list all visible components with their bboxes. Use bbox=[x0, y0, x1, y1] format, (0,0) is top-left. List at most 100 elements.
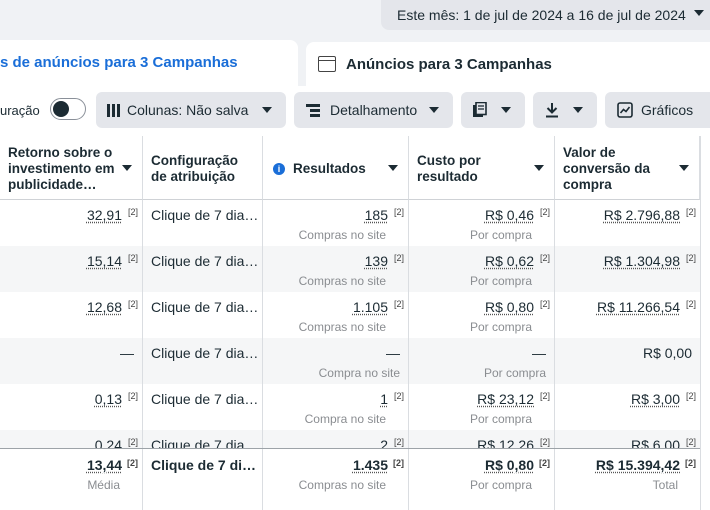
footnote-mark: [2] bbox=[539, 437, 550, 447]
column-header-purchase-value[interactable]: Valor de conversão da compra bbox=[555, 136, 700, 200]
table-cell-cost: R$ 0,46 [2] Por compra bbox=[409, 200, 555, 246]
total-results: 1.435 bbox=[352, 457, 388, 473]
footnote-mark: [2] bbox=[539, 458, 550, 468]
column-header-results[interactable]: i Resultados bbox=[263, 136, 409, 200]
breakdown-button[interactable]: Detalhamento bbox=[294, 92, 453, 128]
column-header-attribution[interactable]: Configuração de atribuição bbox=[143, 136, 263, 200]
reports-button[interactable] bbox=[461, 92, 525, 128]
columns-button-label: Colunas: Não salva bbox=[127, 102, 249, 118]
table-cell-roas: 32,91 [2] bbox=[0, 200, 143, 246]
cell-subtext-cost: Por compra bbox=[469, 412, 532, 426]
cell-subtext-results: Compras no site bbox=[298, 228, 386, 242]
footnote-mark: [2] bbox=[685, 207, 696, 217]
tab-ads-label: Anúncios para 3 Campanhas bbox=[346, 55, 552, 73]
footnote-mark: [2] bbox=[393, 391, 404, 401]
cell-value-cost: R$ 0,46 bbox=[484, 207, 534, 223]
table-cell-attr: Clique de 7 dia… bbox=[143, 338, 263, 384]
table-row[interactable]: 15,14 [2] Clique de 7 dia… 139 [2] Compras no… bbox=[0, 246, 700, 292]
date-range-picker[interactable]: Este mês: 1 de jul de 2024 a 16 de jul d… bbox=[381, 0, 710, 30]
cell-value-cost: R$ 0,62 bbox=[484, 253, 534, 269]
table-cell-attr: Clique de 7 dia… bbox=[143, 384, 263, 430]
tab-ad-sets-label: s de anúncios para 3 Campanhas bbox=[0, 54, 238, 71]
total-roas: 13,44 bbox=[86, 457, 122, 473]
cell-value-attr: Clique de 7 dia… bbox=[151, 391, 259, 407]
footnote-mark: [2] bbox=[127, 458, 138, 468]
column-header-label: Configuração de atribuição bbox=[151, 153, 239, 184]
cell-value-attr: Clique de 7 dia… bbox=[151, 207, 259, 223]
footnote-mark: [2] bbox=[393, 299, 404, 309]
total-cost-sub: Por compra bbox=[469, 478, 532, 492]
table-cell-roas: 15,14 [2] bbox=[0, 246, 143, 292]
footnote-mark: [2] bbox=[127, 299, 138, 309]
cell-value-value: R$ 11.266,54 bbox=[596, 299, 680, 315]
chevron-down-icon bbox=[429, 107, 439, 113]
footnote-mark: [2] bbox=[685, 458, 696, 468]
footnote-mark: [2] bbox=[127, 207, 138, 217]
cell-value-results: 1 bbox=[380, 391, 388, 407]
total-cost-cell: R$ 0,80 [2] Por compra bbox=[409, 449, 555, 510]
cell-subtext-results: Compras no site bbox=[298, 274, 386, 288]
cell-value-results: — bbox=[386, 345, 400, 361]
cell-value-results: 1.105 bbox=[352, 299, 388, 315]
total-cost: R$ 0,80 bbox=[484, 457, 534, 473]
table-cell-cost: R$ 0,80 [2] Por compra bbox=[409, 292, 555, 338]
column-header-cost-per-result[interactable]: Custo por resultado bbox=[409, 136, 555, 200]
table-cell-value: R$ 11.266,54 [2] bbox=[555, 292, 700, 338]
cell-value-value: R$ 1.304,98 bbox=[603, 253, 680, 269]
column-header-label: Retorno sobre o investimento em publicid… bbox=[8, 145, 115, 192]
table-cell-attr: Clique de 7 dia… bbox=[143, 200, 263, 246]
cell-value-roas: 32,91 bbox=[86, 207, 122, 223]
cell-subtext-cost: Por compra bbox=[483, 366, 546, 380]
total-roas-cell: 13,44 [2] Média bbox=[0, 449, 143, 510]
footnote-mark: [2] bbox=[393, 458, 404, 468]
tab-ads[interactable]: Anúncios para 3 Campanhas bbox=[306, 42, 710, 86]
info-icon[interactable]: i bbox=[273, 163, 285, 175]
toggle-switch[interactable] bbox=[50, 98, 86, 120]
cell-subtext-cost: Por compra bbox=[469, 228, 532, 242]
table-row[interactable]: 0,13 [2] Clique de 7 dia… 1 [2] Compra no sit… bbox=[0, 384, 700, 430]
chevron-down-icon bbox=[573, 107, 583, 113]
charts-button[interactable]: Gráficos bbox=[605, 92, 710, 128]
footnote-mark: [2] bbox=[393, 253, 404, 263]
chevron-down-icon bbox=[122, 165, 132, 171]
tab-ad-sets[interactable]: s de anúncios para 3 Campanhas bbox=[0, 40, 298, 86]
table-cell-results: 1 [2] Compra no site bbox=[263, 384, 409, 430]
column-header-roas[interactable]: Retorno sobre o investimento em publicid… bbox=[0, 136, 143, 200]
cell-value-attr: Clique de 7 dia… bbox=[151, 299, 259, 315]
cell-value-roas: — bbox=[120, 345, 134, 361]
footnote-mark: [2] bbox=[539, 207, 550, 217]
columns-button[interactable]: Colunas: Não salva bbox=[96, 92, 286, 128]
cell-value-value: R$ 3,00 bbox=[630, 391, 680, 407]
ad-icon bbox=[318, 56, 336, 72]
total-value-sub: Total bbox=[652, 478, 678, 492]
columns-icon bbox=[107, 103, 120, 117]
toggle-knob bbox=[53, 100, 69, 117]
total-results-sub: Compras no site bbox=[298, 478, 386, 492]
footnote-mark: [2] bbox=[685, 299, 696, 309]
toggle-label: uração bbox=[0, 103, 40, 118]
cell-subtext-results: Compras no site bbox=[298, 320, 386, 334]
table-cell-results: 139 [2] Compras no site bbox=[263, 246, 409, 292]
table-cell-attr: Clique de 7 dia… bbox=[143, 292, 263, 338]
cell-value-results: 139 bbox=[364, 253, 388, 269]
chevron-down-icon bbox=[501, 107, 511, 113]
footnote-mark: [2] bbox=[127, 253, 138, 263]
table-cell-results: — Compra no site bbox=[263, 338, 409, 384]
download-icon bbox=[546, 103, 558, 118]
vertical-scrollbar[interactable] bbox=[700, 136, 710, 510]
table-row[interactable]: 12,68 [2] Clique de 7 dia… 1.105 [2] Compras … bbox=[0, 292, 700, 338]
table-row[interactable]: — Clique de 7 dia… — Compra no site — Por com… bbox=[0, 338, 700, 384]
export-button[interactable] bbox=[533, 92, 597, 128]
table-row[interactable]: 32,91 [2] Clique de 7 dia… 185 [2] Compras no… bbox=[0, 200, 700, 246]
table-cell-results: 185 [2] Compras no site bbox=[263, 200, 409, 246]
total-attribution: Clique de 7 di… bbox=[151, 457, 257, 473]
date-range-label: Este mês: 1 de jul de 2024 a 16 de jul d… bbox=[397, 7, 686, 23]
cell-value-roas: 0,13 bbox=[94, 391, 122, 407]
footnote-mark: [2] bbox=[685, 253, 696, 263]
cell-value-cost: — bbox=[532, 345, 546, 361]
table-cell-attr: Clique de 7 dia… bbox=[143, 246, 263, 292]
column-header-label: Valor de conversão da compra bbox=[563, 145, 651, 192]
cell-subtext-cost: Por compra bbox=[469, 274, 532, 288]
total-attribution-cell: Clique de 7 di… bbox=[143, 449, 263, 510]
table-cell-value: R$ 3,00 [2] bbox=[555, 384, 700, 430]
